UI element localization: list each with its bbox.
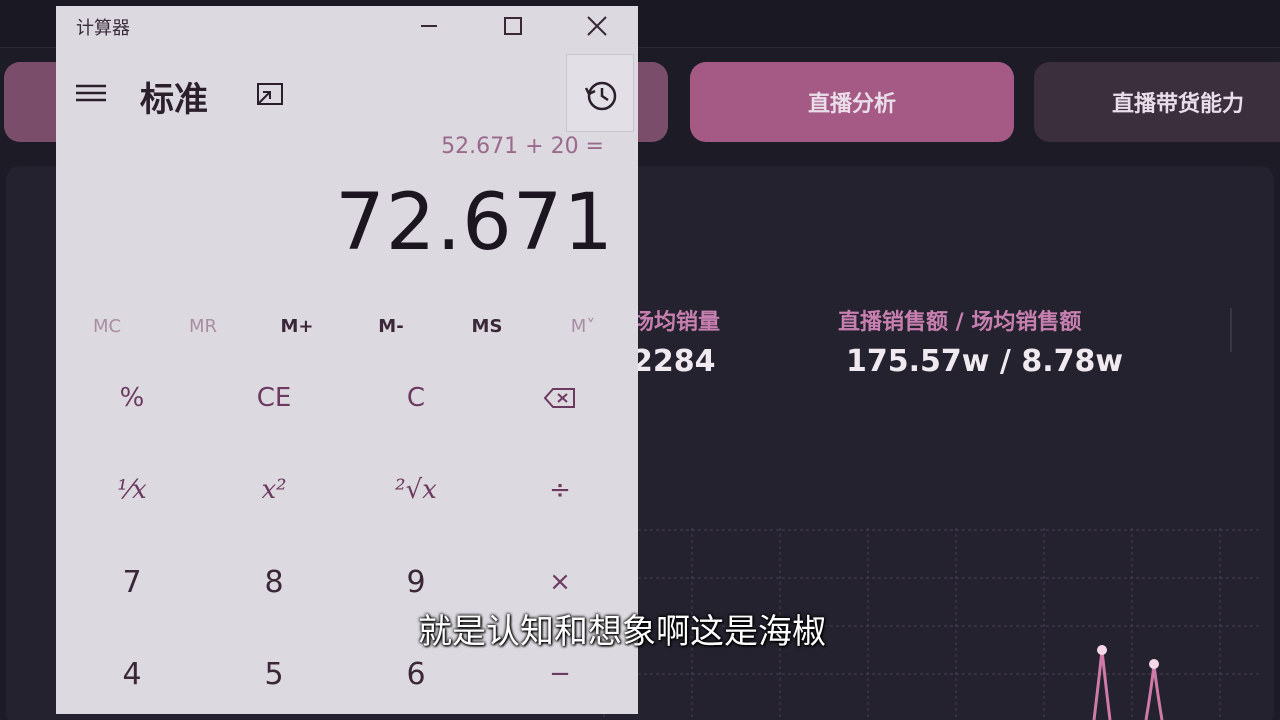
backspace-key[interactable] xyxy=(490,354,630,442)
digit-7-key[interactable]: 7 xyxy=(62,538,202,626)
backspace-icon xyxy=(544,388,575,408)
square-key[interactable]: x² xyxy=(204,446,344,534)
video-subtitle: 就是认知和想象啊这是海椒 xyxy=(418,612,826,652)
chart-series xyxy=(1092,645,1164,720)
reciprocal-key[interactable]: ⅟x xyxy=(62,446,202,534)
clear-entry-key[interactable]: CE xyxy=(204,354,344,442)
chart-data-point xyxy=(1149,659,1159,669)
memory-recall-button[interactable]: MR xyxy=(156,306,250,346)
keep-on-top-icon[interactable] xyxy=(254,78,286,110)
tab-live-selling-ability[interactable]: 直播带货能力 xyxy=(1034,62,1280,142)
minimize-icon xyxy=(421,25,437,27)
memory-clear-button[interactable]: MC xyxy=(60,306,154,346)
memory-subtract-button[interactable]: M- xyxy=(344,306,438,346)
maximize-icon xyxy=(504,17,522,35)
chart-data-point xyxy=(1097,645,1107,655)
hamburger-menu-icon[interactable] xyxy=(74,78,108,108)
result-display: 72.671 xyxy=(335,178,614,268)
avg-sales-label: 场均销量 xyxy=(632,310,721,335)
expression-display: 52.671 + 20 = xyxy=(441,134,604,159)
chart-series-spike xyxy=(1092,649,1112,720)
memory-row: MC MR M+ M- MS M˅ xyxy=(56,306,638,346)
history-icon[interactable] xyxy=(582,76,622,116)
sales-amount-value: 175.57w / 8.78w xyxy=(846,344,1124,379)
memory-add-button[interactable]: M+ xyxy=(250,306,344,346)
close-button[interactable] xyxy=(574,6,620,46)
digit-4-key[interactable]: 4 xyxy=(62,630,202,718)
divide-key[interactable]: ÷ xyxy=(490,446,630,534)
tab-live-analysis-label: 直播分析 xyxy=(807,92,896,117)
memory-store-button[interactable]: MS xyxy=(440,306,534,346)
clear-key[interactable]: C xyxy=(346,354,486,442)
window-title: 计算器 xyxy=(76,18,130,39)
minimize-button[interactable] xyxy=(406,6,452,46)
digit-5-key[interactable]: 5 xyxy=(204,630,344,718)
percent-key[interactable]: % xyxy=(62,354,202,442)
tab-live-analysis[interactable]: 直播分析 xyxy=(690,62,1014,142)
tab-live-selling-ability-label: 直播带货能力 xyxy=(1112,92,1245,117)
memory-list-button[interactable]: M˅ xyxy=(536,306,630,346)
chart-series-spike xyxy=(1144,663,1164,720)
sales-amount-label: 直播销售额 / 场均销售额 xyxy=(838,310,1082,335)
close-icon xyxy=(587,16,607,36)
title-bar[interactable]: 计算器 xyxy=(56,6,638,46)
stat-divider xyxy=(1230,308,1232,352)
digit-8-key[interactable]: 8 xyxy=(204,538,344,626)
square-root-key[interactable]: ²√x xyxy=(346,446,486,534)
avg-sales-value: 2284 xyxy=(632,344,716,379)
maximize-button[interactable] xyxy=(490,6,536,46)
mode-title: 标准 xyxy=(140,80,208,120)
